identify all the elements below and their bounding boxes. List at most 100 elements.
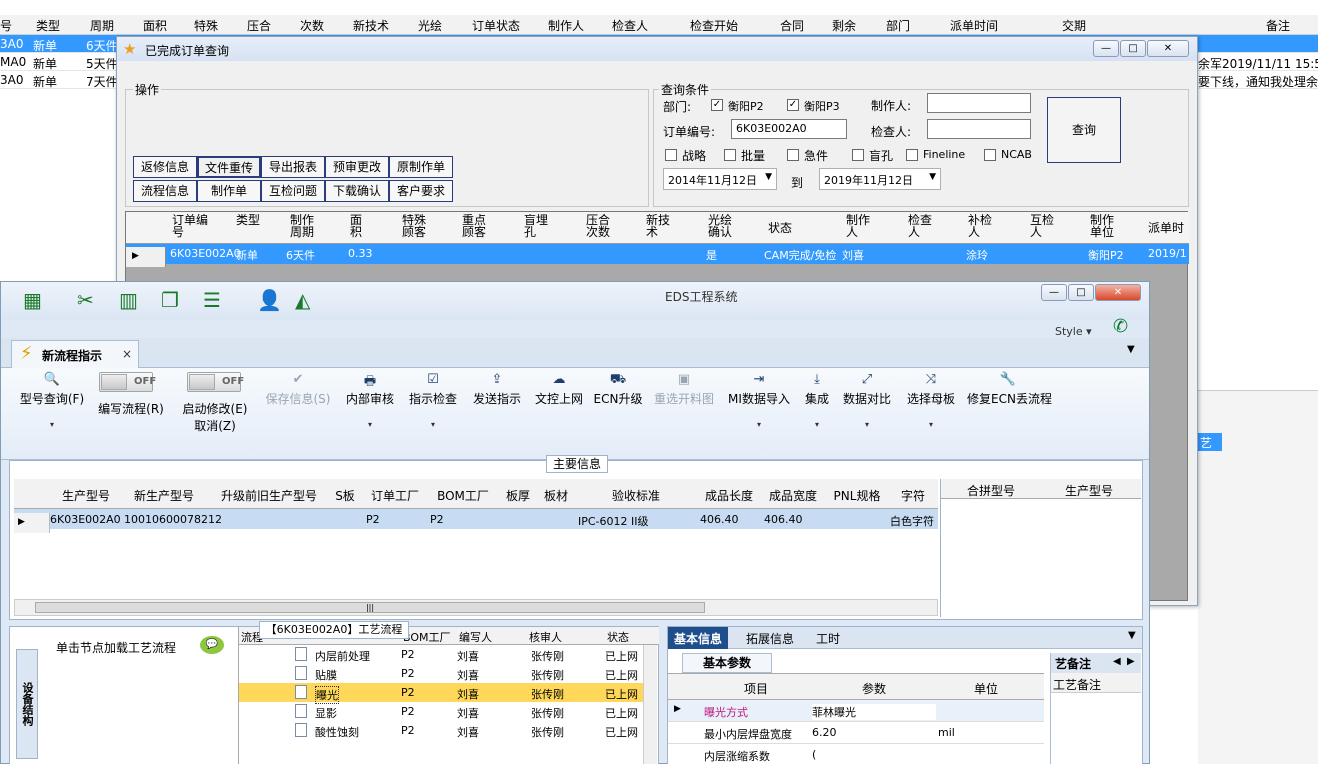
tab-dropdown-icon[interactable]: ▼ [1128, 630, 1136, 641]
bg-col-header[interactable]: 次数 [300, 17, 324, 34]
download-confirm-button[interactable]: 下载确认 [325, 180, 389, 202]
col-header[interactable]: 制作周期 [290, 214, 318, 238]
toggle-switch[interactable]: OFF [187, 372, 244, 392]
col-header[interactable]: 面积 [350, 214, 366, 238]
bg-col-header[interactable]: 检查开始 [690, 17, 738, 34]
col-header[interactable]: 类型 [236, 214, 260, 226]
col-header[interactable]: 压合次数 [586, 214, 614, 238]
tab-basic-params[interactable]: 基本参数 [682, 653, 772, 673]
background-tab[interactable]: 艺 [1198, 433, 1222, 451]
film-icon[interactable]: ▥ [119, 288, 138, 312]
col-header[interactable]: 订单工厂 [364, 487, 426, 504]
col-header[interactable]: 生产型号 [54, 487, 118, 504]
blind-hole-checkbox[interactable] [852, 149, 864, 161]
internal-review-button[interactable]: 🖶 内部审核 ▾ [343, 368, 397, 458]
mutual-check-button[interactable]: 互检问题 [261, 180, 325, 202]
dept-p2-checkbox[interactable]: ✓ [711, 99, 723, 111]
col-header[interactable]: 光绘确认 [708, 214, 736, 238]
integrate-button[interactable]: ⤓ 集成 ▾ [799, 368, 835, 458]
user-icon[interactable]: 👤 [257, 288, 282, 312]
maximize-button[interactable]: □ [1068, 284, 1094, 301]
col-header[interactable]: 生产型号 [1065, 482, 1113, 499]
col-header[interactable]: 新生产型号 [122, 487, 206, 504]
horizontal-scrollbar[interactable]: ||| [14, 599, 938, 616]
ncab-checkbox[interactable] [984, 149, 996, 161]
col-header[interactable]: BOM工厂 [403, 629, 451, 645]
col-header[interactable]: 新技术 [646, 214, 674, 238]
param-row[interactable]: ▶ 曝光方式 菲林曝光 [668, 700, 1044, 722]
col-header[interactable]: 编写人 [459, 629, 492, 645]
grid-icon[interactable]: ▦ [23, 288, 42, 312]
param-value[interactable]: ( [812, 748, 816, 761]
close-button[interactable]: ✕ [1095, 284, 1141, 301]
file-reupload-button[interactable]: 文件重传 [197, 156, 261, 178]
col-header[interactable]: 状态 [607, 629, 629, 645]
ecn-upgrade-button[interactable]: ⛟ ECN升级 [593, 368, 643, 458]
dept-p3-checkbox[interactable]: ✓ [787, 99, 799, 111]
select-motherboard-button[interactable]: ⤨ 选择母板 ▾ [903, 368, 959, 458]
right-arrow-icon[interactable]: ▶ [1127, 656, 1135, 667]
date-from-picker[interactable]: 2014年11月12日 ▼ [663, 168, 777, 190]
start-modify-toggle[interactable]: OFF 启动修改(E) 取消(Z) [177, 368, 253, 458]
phone-icon[interactable]: ✆ [1113, 316, 1128, 337]
col-header[interactable]: 盲埋孔 [524, 214, 552, 238]
col-header[interactable]: 特殊顾客 [402, 214, 430, 238]
col-header[interactable]: S板 [328, 487, 362, 504]
data-compare-button[interactable]: ⤢ 数据对比 ▾ [841, 368, 893, 458]
flow-row[interactable]: 酸性蚀刻 P2 刘喜 张传刚 已上网 [239, 721, 651, 740]
bg-col-header[interactable]: 派单时间 [950, 17, 998, 34]
tab-process-note[interactable]: 艺备注 [1055, 655, 1091, 672]
copy-icon[interactable]: ❐ [161, 288, 179, 312]
minimize-button[interactable]: — [1093, 40, 1119, 57]
customer-request-button[interactable]: 客户要求 [389, 180, 453, 202]
flow-row-selected[interactable]: 曝光 P2 刘喜 张传刚 已上网 [239, 683, 651, 704]
reselect-cutting-button[interactable]: ▣ 重选开料图 [651, 368, 717, 458]
order-row[interactable]: ▶ 6K03E002A0 新单 6天件 0.33 是 CAM完成/免检 刘喜 涂… [126, 244, 1189, 267]
chart-icon[interactable]: ◭ [295, 288, 310, 312]
original-worksheet-button[interactable]: 原制作单 [389, 156, 453, 178]
toggle-switch[interactable]: OFF [99, 372, 156, 392]
batch-checkbox[interactable] [724, 149, 736, 161]
col-header[interactable]: 重点顾客 [462, 214, 490, 238]
bg-col-header[interactable]: 制作人 [548, 17, 584, 34]
doc-control-online-button[interactable]: ☁ 文控上网 [531, 368, 587, 458]
col-header[interactable]: BOM工厂 [428, 487, 498, 504]
col-header[interactable]: 字符 [890, 487, 936, 504]
scroll-thumb[interactable]: ||| [35, 602, 705, 613]
col-header[interactable]: 补检人 [968, 214, 996, 238]
bg-col-header[interactable]: 周期 [90, 17, 114, 34]
col-header[interactable]: 状态 [768, 222, 808, 234]
col-header[interactable]: 板材 [538, 487, 574, 504]
precheck-change-button[interactable]: 预审更改 [325, 156, 389, 178]
list-icon[interactable]: ☰ [203, 288, 221, 312]
bg-col-header[interactable]: 合同 [780, 17, 804, 34]
bg-col-header[interactable]: 特殊 [194, 17, 218, 34]
maximize-button[interactable]: □ [1120, 40, 1146, 57]
checker-input[interactable] [927, 119, 1031, 139]
col-header[interactable]: PNL规格 [826, 487, 888, 504]
bg-col-header[interactable]: 面积 [143, 17, 167, 34]
bg-col-header[interactable]: 新技术 [353, 17, 389, 34]
style-menu[interactable]: Style ▾ [1055, 325, 1092, 338]
fix-ecn-process-button[interactable]: 🔧 修复ECN丢流程 [967, 368, 1052, 458]
tab-dropdown-icon[interactable]: ▼ [1127, 344, 1135, 355]
bg-col-header[interactable]: 类型 [36, 17, 60, 34]
date-to-picker[interactable]: 2019年11月12日 ▼ [819, 168, 941, 190]
main-info-row[interactable]: ▶ 6K03E002A0 10010600078212 P2 P2 IPC-60… [14, 509, 938, 533]
close-button[interactable]: ✕ [1147, 40, 1189, 57]
col-header[interactable]: 核审人 [529, 629, 562, 645]
strategic-checkbox[interactable] [665, 149, 677, 161]
tab-close-icon[interactable]: × [122, 347, 132, 361]
col-header[interactable]: 项目 [744, 680, 768, 697]
write-process-toggle[interactable]: OFF 编写流程(R) [93, 368, 169, 458]
equipment-structure-tab[interactable]: 设备结构 [16, 649, 38, 759]
col-header[interactable]: 订单编号 [172, 214, 214, 238]
fineline-checkbox[interactable] [906, 149, 918, 161]
bg-col-header[interactable]: 压合 [247, 17, 271, 34]
left-arrow-icon[interactable]: ◀ [1113, 656, 1121, 667]
window-titlebar[interactable]: ★ 已完成订单查询 — □ ✕ [117, 37, 1197, 61]
save-info-button[interactable]: ✔ 保存信息(S) [263, 368, 333, 458]
worksheet-button[interactable]: 制作单 [197, 180, 261, 202]
bg-col-header[interactable]: 部门 [886, 17, 910, 34]
tab-work-hours[interactable]: 工时 [816, 630, 840, 647]
